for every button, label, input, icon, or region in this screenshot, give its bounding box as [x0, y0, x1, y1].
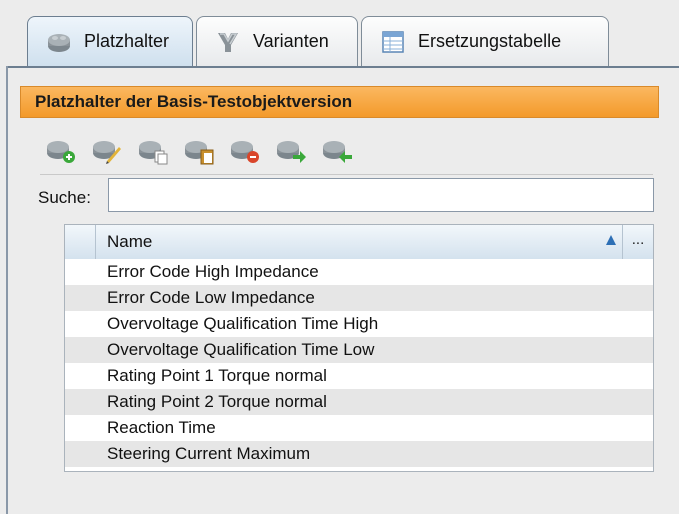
import-brick-icon [323, 141, 352, 163]
column-chooser-button[interactable]: ... [622, 225, 653, 259]
table-row[interactable]: Error Code High Impedance [65, 259, 653, 285]
tab-label: Varianten [253, 31, 329, 51]
tab-bar: Platzhalter Varianten Ersetzungstabelle [0, 0, 679, 70]
table-row[interactable]: Overvoltage Qualification Time High [65, 311, 653, 337]
search-input[interactable] [108, 178, 654, 212]
edit-placeholder-button[interactable] [90, 136, 124, 166]
table-row[interactable]: Overvoltage Qualification Time Low [65, 337, 653, 363]
row-name: Reaction Time [107, 418, 216, 437]
row-name: Overvoltage Qualification Time High [107, 314, 379, 333]
tab-varianten[interactable]: Varianten [196, 16, 358, 66]
add-brick-icon [47, 141, 75, 163]
copy-brick-icon [139, 141, 168, 165]
row-name: Error Code Low Impedance [107, 288, 315, 307]
table-header: Name ... [65, 225, 653, 260]
table-row[interactable]: Rating Point 2 Torque normal [65, 389, 653, 415]
row-name: Rating Point 1 Torque normal [107, 366, 327, 385]
table-row[interactable]: Steering Current Maximum [65, 441, 653, 467]
paste-placeholder-button[interactable] [182, 136, 216, 166]
export-brick-icon [277, 141, 306, 163]
panel-title: Platzhalter der Basis-Testobjektversion [20, 86, 659, 118]
export-placeholder-button[interactable] [274, 136, 308, 166]
row-name: Error Code High Impedance [107, 262, 319, 281]
brick-icon [46, 29, 72, 55]
paste-brick-icon [185, 141, 214, 165]
tab-ersetzungstabelle[interactable]: Ersetzungstabelle [361, 16, 609, 66]
edit-brick-icon [93, 141, 121, 164]
placeholder-panel: Platzhalter der Basis-Testobjektversion [20, 86, 659, 514]
tab-label: Platzhalter [84, 31, 170, 51]
copy-placeholder-button[interactable] [136, 136, 170, 166]
content-border [6, 66, 8, 514]
toolbar-separator [40, 174, 653, 175]
tab-platzhalter[interactable]: Platzhalter [27, 16, 193, 66]
table-row[interactable]: Error Code Low Impedance [65, 285, 653, 311]
delete-brick-icon [231, 141, 259, 163]
search-label: Suche: [38, 188, 91, 207]
row-name: Steering Current Maximum [107, 444, 311, 463]
column-header-name[interactable]: Name [107, 232, 152, 252]
table-body: Error Code High Impedance Error Code Low… [65, 259, 653, 467]
delete-placeholder-button[interactable] [228, 136, 262, 166]
table-row[interactable]: Reaction Time [65, 415, 653, 441]
import-placeholder-button[interactable] [320, 136, 354, 166]
row-name: Rating Point 2 Torque normal [107, 392, 327, 411]
row-name: Overvoltage Qualification Time Low [107, 340, 375, 359]
table-row[interactable]: Rating Point 1 Torque normal [65, 363, 653, 389]
toolbar [44, 136, 354, 168]
table-icon [380, 29, 406, 55]
sort-ascending-icon[interactable] [605, 234, 617, 246]
add-placeholder-button[interactable] [44, 136, 78, 166]
row-header-gutter [65, 225, 96, 259]
tab-label: Ersetzungstabelle [418, 31, 562, 51]
tab-divider [6, 66, 679, 68]
variant-icon [215, 29, 241, 55]
placeholder-table: Name ... Error Code High Impedance Error… [64, 224, 654, 472]
